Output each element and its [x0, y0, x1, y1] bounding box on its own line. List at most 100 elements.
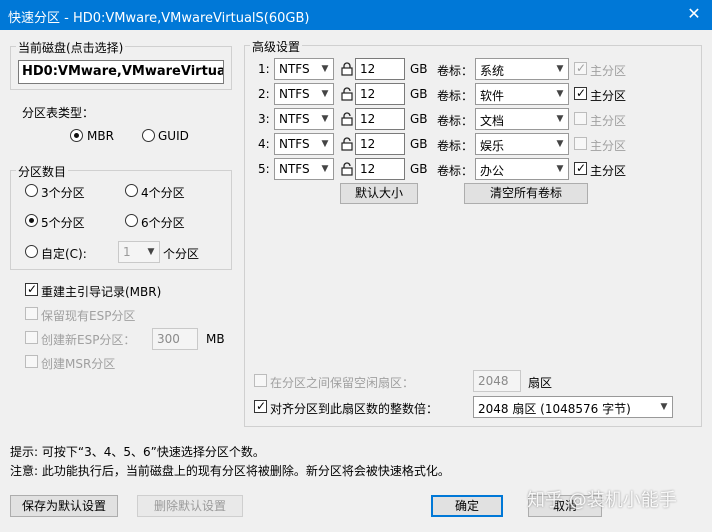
custom-count-select[interactable]: 1 ▼ [118, 241, 160, 263]
current-disk-label: 当前磁盘(点击选择) [16, 39, 126, 56]
primary-checkbox[interactable] [574, 112, 587, 125]
radio-5-label: 5个分区 [41, 216, 85, 230]
chevron-down-icon: ▼ [147, 247, 155, 257]
reserve-sectors-unit: 扇区 [528, 376, 553, 390]
check-icon: ✓ [576, 86, 587, 100]
new-esp-unit: MB [206, 332, 225, 346]
size-unit: GB [410, 137, 428, 151]
chevron-down-icon: ▼ [556, 89, 564, 99]
volume-select[interactable]: 文档 ▼ [475, 108, 569, 130]
delete-default-button[interactable]: 删除默认设置 [137, 495, 243, 517]
radio-4-partitions[interactable] [125, 184, 138, 197]
chevron-down-icon: ▼ [556, 64, 564, 74]
align-sectors-select[interactable]: 2048 扇区 (1048576 字节) ▼ [473, 396, 673, 418]
volume-select[interactable]: 娱乐 ▼ [475, 133, 569, 155]
radio-6-label: 6个分区 [141, 216, 185, 230]
primary-label: 主分区 [590, 114, 627, 128]
chevron-down-icon: ▼ [556, 164, 564, 174]
radio-custom-label: 自定(C): [41, 247, 87, 261]
custom-count-value: 1 [123, 245, 131, 259]
primary-checkbox[interactable]: ✓ [574, 161, 587, 175]
chevron-down-icon: ▼ [321, 164, 329, 174]
chevron-down-icon: ▼ [556, 139, 564, 149]
save-default-button[interactable]: 保存为默认设置 [10, 495, 118, 517]
unlock-icon[interactable] [341, 112, 353, 126]
keep-esp-checkbox[interactable] [25, 307, 38, 320]
volume-value: 文档 [480, 114, 505, 128]
chevron-down-icon: ▼ [556, 114, 564, 124]
fs-select[interactable]: NTFS ▼ [274, 133, 334, 155]
hint-text: 提示: 可按下“3、4、5、6”快速选择分区个数。 [10, 445, 265, 459]
primary-checkbox[interactable] [574, 137, 587, 150]
volume-select[interactable]: 软件 ▼ [475, 83, 569, 105]
primary-label: 主分区 [590, 164, 627, 178]
reserve-sectors-label: 在分区之间保留空闲扇区： [270, 376, 415, 390]
fs-select[interactable]: NTFS ▼ [274, 58, 334, 80]
size-input[interactable]: 12 [355, 58, 405, 80]
volume-label: 卷标： [437, 114, 474, 128]
rebuild-mbr-checkbox[interactable]: ✓ [25, 282, 38, 296]
new-esp-label: 创建新ESP分区： [41, 333, 136, 347]
reserve-sectors-value: 2048 [478, 374, 509, 388]
volume-label: 卷标： [437, 89, 474, 103]
radio-5-partitions[interactable] [25, 214, 38, 227]
unlock-icon[interactable] [341, 162, 353, 176]
size-input[interactable]: 12 [355, 108, 405, 130]
fs-select[interactable]: NTFS ▼ [274, 83, 334, 105]
close-icon[interactable]: ✕ [684, 4, 704, 24]
size-value: 12 [360, 137, 376, 151]
partition-index: 1: [258, 62, 270, 76]
primary-checkbox[interactable]: ✓ [574, 86, 587, 100]
current-disk-selector[interactable]: HD0:VMware,VMwareVirtualS( [18, 60, 224, 84]
clear-labels-button[interactable]: 清空所有卷标 [464, 183, 588, 204]
align-sectors-checkbox[interactable]: ✓ [254, 399, 267, 413]
chevron-down-icon: ▼ [321, 89, 329, 99]
chevron-down-icon: ▼ [321, 114, 329, 124]
chevron-down-icon: ▼ [660, 402, 668, 412]
size-input[interactable]: 12 [355, 83, 405, 105]
volume-label: 卷标： [437, 64, 474, 78]
radio-mbr-label: MBR [87, 129, 114, 143]
default-size-button[interactable]: 默认大小 [340, 183, 418, 204]
size-unit: GB [410, 112, 428, 126]
partition-index: 4: [258, 137, 270, 151]
advanced-settings-label: 高级设置 [250, 38, 303, 55]
fs-select[interactable]: NTFS ▼ [274, 158, 334, 180]
volume-select[interactable]: 办公 ▼ [475, 158, 569, 180]
warning-text: 注意: 此功能执行后，当前磁盘上的现有分区将被删除。新分区将会被快速格式化。 [10, 464, 450, 478]
size-value: 12 [360, 62, 376, 76]
new-esp-checkbox[interactable] [25, 331, 38, 344]
size-input[interactable]: 12 [355, 133, 405, 155]
radio-3-partitions[interactable] [25, 184, 38, 197]
partition-index: 5: [258, 162, 270, 176]
primary-checkbox[interactable]: ✓ [574, 61, 587, 75]
volume-value: 娱乐 [480, 139, 505, 153]
unlock-icon[interactable] [341, 87, 353, 101]
radio-6-partitions[interactable] [125, 214, 138, 227]
lock-icon[interactable] [341, 62, 353, 76]
size-input[interactable]: 12 [355, 158, 405, 180]
new-esp-size-input[interactable]: 300 [152, 328, 198, 350]
create-msr-checkbox[interactable] [25, 355, 38, 368]
radio-custom[interactable] [25, 245, 38, 258]
primary-label: 主分区 [590, 89, 627, 103]
reserve-sectors-checkbox[interactable] [254, 374, 267, 387]
fs-value: NTFS [279, 87, 310, 101]
chevron-down-icon: ▼ [321, 139, 329, 149]
fs-select[interactable]: NTFS ▼ [274, 108, 334, 130]
volume-select[interactable]: 系统 ▼ [475, 58, 569, 80]
primary-label: 主分区 [590, 139, 627, 153]
unlock-icon[interactable] [341, 137, 353, 151]
check-icon: ✓ [256, 399, 267, 413]
fs-value: NTFS [279, 112, 310, 126]
radio-mbr[interactable] [70, 129, 83, 142]
radio-guid[interactable] [142, 129, 155, 142]
size-unit: GB [410, 87, 428, 101]
align-sectors-value: 2048 扇区 (1048576 字节) [478, 402, 631, 416]
ok-button[interactable]: 确定 [431, 495, 503, 517]
radio-guid-label: GUID [158, 129, 189, 143]
reserve-sectors-input[interactable]: 2048 [473, 370, 521, 392]
size-value: 12 [360, 87, 376, 101]
radio-4-label: 4个分区 [141, 186, 185, 200]
window-title: 快速分区 - HD0:VMware,VMwareVirtualS(60GB) [8, 11, 310, 26]
